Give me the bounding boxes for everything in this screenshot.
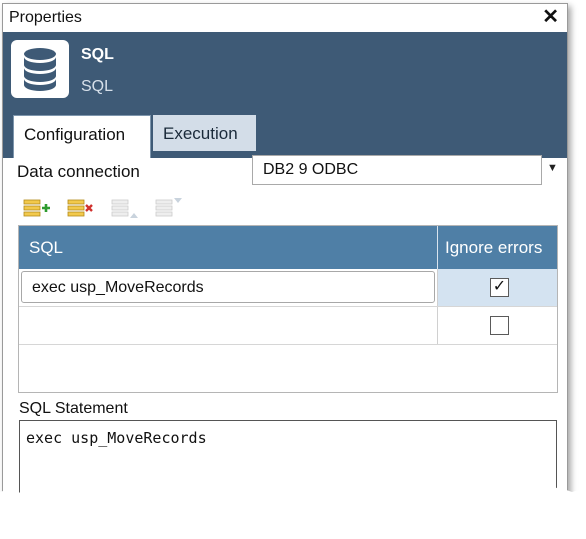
grid-header: SQL Ignore errors — [19, 226, 557, 269]
column-header-ignore-errors[interactable]: Ignore errors — [445, 238, 542, 258]
data-connection-label: Data connection — [17, 162, 140, 181]
sql-statement-label: SQL Statement — [19, 400, 128, 417]
add-row-icon[interactable] — [23, 196, 51, 220]
table-row[interactable] — [19, 307, 557, 345]
chevron-down-icon[interactable]: ▼ — [547, 162, 558, 174]
ignore-errors-checkbox[interactable]: ✓ — [490, 278, 509, 297]
move-down-icon[interactable] — [155, 196, 183, 220]
sql-grid: SQL Ignore errors exec usp_MoveRecords ✓ — [18, 225, 558, 393]
tab-label: Execution — [163, 124, 238, 143]
properties-panel: Properties ✕ SQL SQL Configuration Execu… — [2, 3, 568, 539]
component-header: SQL SQL Configuration Execution — [3, 32, 567, 158]
move-up-icon[interactable] — [111, 196, 139, 220]
title-bar: Properties ✕ — [3, 4, 567, 32]
close-icon[interactable]: ✕ — [542, 6, 559, 28]
sql-cell[interactable] — [21, 309, 435, 341]
data-connection-select[interactable]: DB2 9 ODBC — [252, 155, 542, 185]
ignore-errors-cell[interactable] — [437, 307, 557, 344]
tab-configuration[interactable]: Configuration — [13, 115, 151, 158]
ignore-errors-checkbox[interactable] — [490, 316, 509, 335]
panel-title: Properties — [9, 9, 82, 26]
component-type: SQL — [81, 78, 114, 95]
tab-execution[interactable]: Execution — [153, 115, 256, 151]
sql-cell-input[interactable]: exec usp_MoveRecords — [21, 271, 435, 303]
tab-label: Configuration — [24, 125, 126, 144]
database-icon — [11, 40, 69, 98]
table-row[interactable]: exec usp_MoveRecords ✓ — [19, 269, 557, 307]
sql-statement-editor[interactable]: exec usp_MoveRecords — [19, 420, 557, 538]
column-header-sql[interactable]: SQL — [29, 238, 63, 258]
column-divider — [437, 226, 438, 269]
delete-row-icon[interactable] — [67, 196, 95, 220]
component-name: SQL — [81, 46, 114, 63]
ignore-errors-cell[interactable]: ✓ — [437, 269, 557, 306]
